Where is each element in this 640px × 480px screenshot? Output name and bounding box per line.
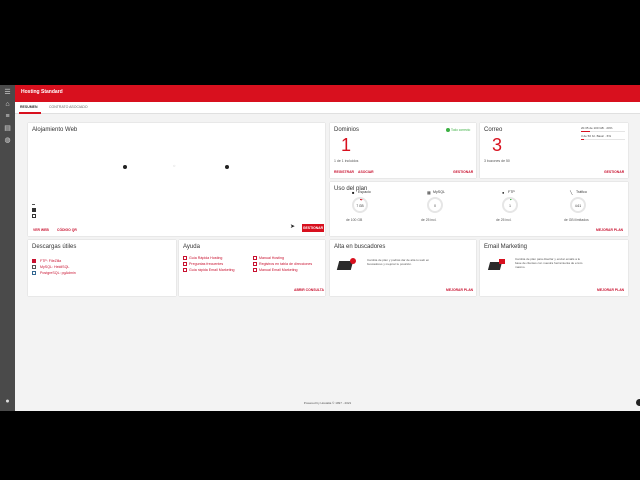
card-email-marketing: Email Marketing Cambia de plan para dise… [480, 240, 628, 296]
usage-sub: de 25 incl. [496, 218, 512, 222]
doc-icon [183, 262, 187, 266]
domains-count: 1 [341, 135, 352, 155]
help-link-faq[interactable]: Preguntas frecuentes [189, 262, 223, 266]
email-illustration-icon [486, 258, 508, 272]
downloads-title: Descargas útiles [32, 244, 77, 250]
heidisql-icon [32, 265, 36, 269]
domains-register-link[interactable]: REGISTRAR [334, 170, 354, 174]
usage-label: MySQL [433, 190, 445, 194]
domains-associate-link[interactable]: ASOCIAR [358, 170, 374, 174]
card-help: Ayuda Guía Rápida Hosting Preguntas frec… [179, 240, 325, 296]
usage-label: Tráfico [576, 190, 587, 194]
domains-manage-link[interactable]: GESTIONAR [453, 170, 473, 174]
usage-sub: de 25 incl. [421, 218, 437, 222]
hosting-manage-button[interactable]: GESTIONAR [302, 224, 324, 232]
chart-icon: ╲ [570, 189, 573, 195]
tab-resumen[interactable]: RESUMEN [20, 105, 38, 109]
help-title: Ayuda [183, 244, 200, 250]
domains-status: Todo correcto [451, 128, 471, 132]
mail-sub: 3 buzones de 50 [484, 159, 510, 163]
email-marketing-desc: Cambia de plan para diseñar y enviar ema… [515, 257, 583, 270]
usage-label: FTP [508, 190, 515, 194]
search-illustration-icon [336, 258, 358, 272]
search-upgrade-link[interactable]: MEJORAR PLAN [446, 288, 473, 292]
view-toggle-icon[interactable]: ▬ [32, 202, 35, 206]
email-upgrade-link[interactable]: MEJORAR PLAN [597, 288, 624, 292]
doc-icon [253, 262, 257, 266]
desktop-icon[interactable] [32, 208, 36, 212]
mobile-icon[interactable] [32, 214, 36, 218]
email-marketing-title: Email Marketing [484, 244, 528, 250]
account-icon[interactable]: ● [3, 397, 12, 406]
help-link-manual-email[interactable]: Manual Email Marketing [259, 268, 298, 272]
mail-quota-bar2 [581, 139, 625, 141]
carousel-prev-icon[interactable] [123, 165, 127, 169]
download-pgadmin[interactable]: PostgreSQL: pgAdmin [40, 271, 76, 275]
user-icon: ● [502, 189, 505, 195]
card-hosting: Alojamiento Web ◌ ▬ VER WEB CÓDIGO QR ➤ … [28, 123, 325, 236]
filezilla-icon [32, 259, 36, 263]
card-plan-usage: Uso del plan Espacio ■ 7 GB de 100 GB MySQL ▦… [330, 182, 628, 236]
folder-icon: ■ [352, 189, 355, 195]
carousel-next-icon[interactable] [225, 165, 229, 169]
tab-underline [19, 112, 41, 114]
mail-quota-line2: 3 de 50 bz. Basic · 6% [581, 134, 612, 138]
usage-value: 7 GB [356, 203, 364, 208]
tab-contrato[interactable]: CONTRATO ASOCIADO [49, 105, 88, 109]
search-title: Alta en buscadores [334, 244, 386, 250]
footer: Powered by Hostalia © 1997 - 2021 [303, 401, 352, 405]
mail-quota-bar1 [581, 131, 625, 133]
help-link-registros[interactable]: Registros en tabla de direcciones [259, 262, 321, 266]
view-web-link[interactable]: VER WEB [33, 228, 49, 232]
database-icon: ▦ [427, 189, 431, 195]
chat-widget-icon[interactable] [636, 399, 640, 406]
search-desc: Cambia de plan y podrás dar de alta tu w… [367, 258, 430, 267]
usage-value: 0 [434, 203, 436, 208]
server-icon[interactable]: ▤ [3, 124, 12, 133]
help-link-manual-hosting[interactable]: Manual Hosting [259, 256, 284, 260]
card-downloads: Descargas útiles FTP: FileZilla MySQL: H… [28, 240, 176, 296]
card-mail: Correo 3 20.35 de 100 GB · 20% 3 de 50 b… [480, 123, 628, 178]
help-link-guia-hosting[interactable]: Guía Rápida Hosting [189, 256, 222, 260]
doc-icon [253, 268, 257, 272]
download-filezilla[interactable]: FTP: FileZilla [40, 259, 61, 263]
mail-quota-bar2-fill [581, 139, 584, 141]
hosting-title: Alojamiento Web [32, 127, 78, 133]
help-open-link[interactable]: ABRIR CONSULTA [294, 288, 324, 292]
loading-icon: ◌ [173, 163, 176, 168]
usage-sub: de 100 GB [346, 218, 363, 222]
mail-quota-bar1-fill [581, 131, 590, 133]
ok-status-icon [446, 128, 450, 132]
app-screen: ☰ ⌂ ≡ ▤ ◍ ● Hosting Standard RESUMEN CON… [0, 85, 640, 411]
doc-icon [183, 256, 187, 260]
mail-manage-link[interactable]: GESTIONAR [604, 170, 624, 174]
usage-upgrade-link[interactable]: MEJORAR PLAN [596, 228, 623, 232]
globe-icon[interactable]: ◍ [3, 136, 12, 145]
home-icon[interactable]: ⌂ [3, 100, 12, 109]
qr-code-link[interactable]: CÓDIGO QR [57, 228, 77, 232]
domains-sub: 1 de 1 incluidos [334, 159, 359, 163]
list-icon[interactable]: ≡ [3, 112, 12, 121]
download-heidisql[interactable]: MySQL: HeidiSQL [40, 265, 69, 269]
pgadmin-icon [32, 271, 36, 275]
mail-title: Correo [484, 127, 503, 133]
domains-title: Dominios [334, 127, 360, 133]
usage-label: Espacio [358, 190, 371, 194]
usage-sub: de GB ilimitados [564, 218, 589, 222]
mail-quota-line1: 20.35 de 100 GB · 20% [581, 126, 613, 130]
top-bar: Hosting Standard [15, 85, 640, 102]
card-search-engines: Alta en buscadores Cambia de plan y podr… [330, 240, 476, 296]
side-rail: ☰ ⌂ ≡ ▤ ◍ ● [0, 85, 15, 411]
app-title: Hosting Standard [21, 89, 63, 95]
usage-value: 4.61 [574, 203, 582, 208]
doc-icon [253, 256, 257, 260]
doc-icon [183, 268, 187, 272]
mail-count: 3 [492, 135, 503, 155]
usage-value: 1 [509, 203, 511, 208]
menu-icon[interactable]: ☰ [3, 88, 12, 97]
cursor-icon: ➤ [290, 224, 296, 230]
tab-bar: RESUMEN CONTRATO ASOCIADO [15, 102, 640, 114]
help-link-guia-email[interactable]: Guía rápida Email Marketing [189, 268, 235, 272]
card-domains: Dominios Todo correcto 1 1 de 1 incluido… [330, 123, 476, 178]
